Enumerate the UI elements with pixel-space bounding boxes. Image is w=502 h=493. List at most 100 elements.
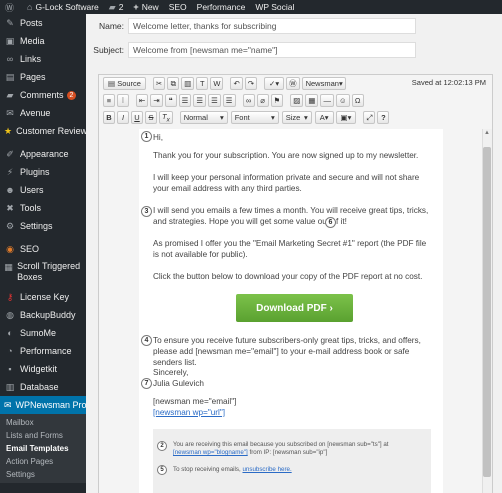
image-button[interactable]: ▨ [290, 94, 304, 107]
sidebar-item-backupbuddy[interactable]: ◍ BackupBuddy [0, 306, 86, 324]
font-dropdown[interactable]: Font ▾ [230, 111, 279, 124]
source-button[interactable]: ▤ Source [103, 77, 146, 90]
comment-icon: ▰ [6, 89, 14, 100]
bulleted-list-button[interactable]: ⁝ [117, 94, 129, 107]
maximize-button[interactable]: ⤢ [363, 111, 376, 124]
sidebar-item-wpnewsman-pro[interactable]: ✉ WPNewsman Pro [0, 396, 86, 414]
submenu-email-templates[interactable]: Email Templates [0, 442, 86, 455]
underline-button[interactable]: U [131, 111, 143, 124]
scroll-thumb[interactable] [483, 147, 491, 477]
blockquote-button[interactable]: ❝ [164, 94, 177, 107]
outdent-button[interactable]: ⇤ [136, 94, 149, 107]
format-label: Normal [183, 113, 208, 122]
sidebar-item-media[interactable]: ▣ Media [0, 32, 86, 50]
download-pdf-button[interactable]: Download PDF › [236, 294, 353, 322]
numbered-list-button[interactable]: ≡ [103, 94, 115, 107]
sidebar-item-database[interactable]: ▥ Database [0, 378, 86, 396]
boxes-icon: ▦ [4, 262, 13, 272]
smiley-button[interactable]: ☺ [335, 94, 350, 107]
backup-icon: ◍ [6, 309, 14, 320]
remove-format-button[interactable]: Tx [159, 111, 173, 124]
text-color-button[interactable]: A▾ [314, 111, 334, 124]
unsubscribe-link[interactable]: unsubscribe here. [242, 466, 291, 473]
email-body[interactable]: 1 Hi, Thank you for your subscription. Y… [139, 129, 443, 493]
sidebar-item-label: Pages [20, 72, 46, 82]
footer-blogname-link[interactable]: [newsman wp="blogname"] [173, 449, 248, 456]
table-button[interactable]: ▦ [305, 94, 319, 107]
name-input[interactable]: Welcome letter, thanks for subscribing [128, 18, 416, 34]
align-left-button[interactable]: ☰ [178, 94, 192, 107]
unlink-button[interactable]: ⌀ [256, 94, 269, 107]
sidebar-item-label: BackupBuddy [20, 310, 76, 320]
wordpress-button[interactable]: Ⓦ [286, 77, 300, 90]
align-justify-button[interactable]: ☰ [222, 94, 236, 107]
indent-button[interactable]: ⇥ [150, 94, 163, 107]
submenu-action-pages[interactable]: Action Pages [0, 455, 86, 468]
link-button[interactable]: ∞ [242, 94, 255, 107]
align-center-button[interactable]: ☰ [193, 94, 207, 107]
spellcheck-button[interactable]: ✓▾ [264, 77, 285, 90]
comments-link[interactable]: ▰ 2 [104, 0, 129, 14]
paste-text-button[interactable]: T [196, 77, 209, 90]
anchor-button[interactable]: ⚑ [270, 94, 284, 107]
site-name-link[interactable]: ⌂ G-Lock Software [22, 0, 104, 14]
paste-word-button[interactable]: W [210, 77, 224, 90]
sidebar-item-performance[interactable]: ◔ Performance [0, 342, 86, 360]
size-dropdown[interactable]: Size ▾ [281, 111, 312, 124]
editor-content-area[interactable]: 1 Hi, Thank you for your subscription. Y… [99, 129, 492, 493]
sidebar-item-sumome[interactable]: ◐ SumoMe [0, 324, 86, 342]
sidebar-item-posts[interactable]: ✎ Posts [0, 14, 86, 32]
hr-button[interactable]: — [320, 94, 334, 107]
sidebar-item-plugins[interactable]: ⚡ Plugins [0, 163, 86, 181]
bg-color-button[interactable]: ▣▾ [335, 111, 357, 124]
bold-button[interactable]: B [103, 111, 115, 124]
italic-button[interactable]: I [117, 111, 129, 124]
bulleted-list-icon: ⁝ [121, 96, 125, 105]
name-row: Name: Welcome letter, thanks for subscri… [86, 18, 416, 34]
newsman-dropdown[interactable]: Newsman ▾ [301, 77, 346, 90]
adminbar-seo[interactable]: SEO [164, 0, 192, 14]
adminbar-performance[interactable]: Performance [192, 0, 251, 14]
sidebar-item-links[interactable]: ∞ Links [0, 50, 86, 68]
comments-count: 2 [118, 2, 124, 12]
wordpress-logo[interactable]: Ⓦ [0, 0, 22, 14]
editor-scrollbar[interactable]: ▲ [482, 129, 492, 493]
sidebar-item-appearance[interactable]: ✐ Appearance [0, 145, 86, 163]
redo-button[interactable]: ↷ [244, 77, 258, 90]
new-content-link[interactable]: + New [128, 0, 163, 14]
submenu-mailbox[interactable]: Mailbox [0, 416, 86, 429]
submenu-settings[interactable]: Settings [0, 468, 86, 481]
greeting-text: Hi, [153, 133, 164, 142]
align-right-button[interactable]: ☰ [208, 94, 221, 107]
undo-button[interactable]: ↶ [230, 77, 243, 90]
sidebar-item-tools[interactable]: ✖ Tools [0, 199, 86, 217]
sidebar-item-license-key[interactable]: ⚷ License Key [0, 288, 86, 306]
help-button[interactable]: ? [377, 111, 390, 124]
special-char-button[interactable]: Ω [351, 94, 364, 107]
media-icon: ▣ [5, 35, 15, 46]
subject-input[interactable]: Welcome from [newsman me="name"] [128, 42, 416, 58]
sidebar-item-widgetkit[interactable]: ▪ Widgetkit [0, 360, 86, 378]
format-dropdown[interactable]: Normal ▾ [179, 111, 228, 124]
sidebar-item-settings[interactable]: ⚙ Settings [0, 217, 86, 235]
sidebar-item-pages[interactable]: ▤ Pages [0, 68, 86, 86]
adminbar-wp-social[interactable]: WP Social [250, 0, 299, 14]
sidebar-item-seo[interactable]: ◉ SEO [0, 240, 86, 258]
signature-url-link[interactable]: [newsman wp="url"] [153, 408, 225, 417]
sidebar-item-avenue[interactable]: ✉ Avenue [0, 104, 86, 122]
paste-button[interactable]: ▥ [181, 77, 195, 90]
marker-6: 6 [325, 217, 336, 228]
scroll-up-icon[interactable]: ▲ [482, 129, 492, 138]
admin-bar: Ⓦ ⌂ G-Lock Software ▰ 2 + New SEO Performan… [0, 0, 502, 14]
cut-button[interactable]: ✂ [152, 77, 166, 90]
subject-row: Subject: Welcome from [newsman me="name"… [86, 42, 416, 58]
sidebar-item-customer-reviews[interactable]: ★ Customer Reviews [0, 122, 86, 140]
submenu-lists-and-forms[interactable]: Lists and Forms [0, 429, 86, 442]
copy-button[interactable]: ⧉ [167, 77, 180, 90]
strikethrough-button[interactable]: S [145, 111, 157, 124]
sidebar-item-comments[interactable]: ▰ Comments 2 [0, 86, 86, 104]
sidebar-item-scroll-triggered-boxes[interactable]: ▦ Scroll Triggered Boxes [0, 258, 86, 288]
wordpress-icon: Ⓦ [289, 79, 297, 88]
sidebar-item-users[interactable]: ☻ Users [0, 181, 86, 199]
font-label: Font [234, 113, 250, 122]
